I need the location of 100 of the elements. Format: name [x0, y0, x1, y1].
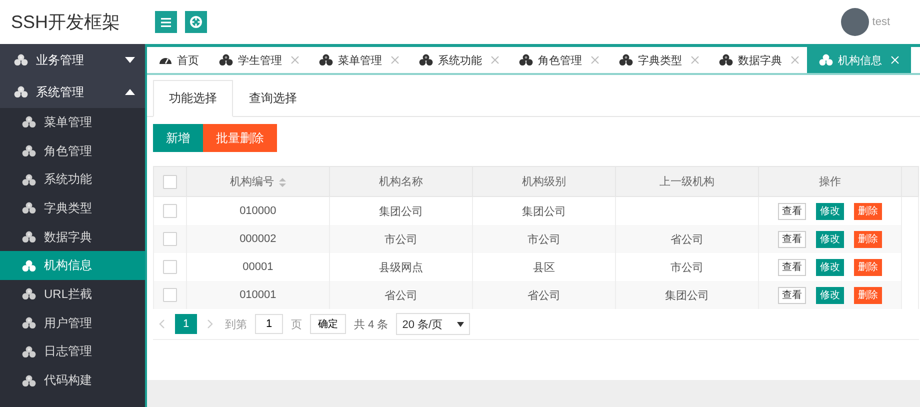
- chevron-right-icon: [207, 319, 213, 329]
- row-checkbox[interactable]: [162, 232, 177, 246]
- sidebar-item[interactable]: 日志管理: [0, 338, 145, 366]
- cluster-icon: [419, 54, 433, 66]
- column-header: 机构名称: [379, 176, 424, 188]
- page-input[interactable]: 1: [255, 314, 283, 334]
- cluster-icon: [22, 317, 36, 330]
- cluster-icon: [819, 54, 833, 66]
- cluster-icon: [519, 54, 533, 66]
- page-unit-label: 页: [291, 318, 302, 332]
- table-cell: 县区: [533, 262, 556, 274]
- column-header: 机构级别: [522, 176, 566, 188]
- cluster-icon: [14, 54, 28, 66]
- table-cell: 市公司: [528, 234, 561, 246]
- close-icon[interactable]: [691, 56, 699, 64]
- page-tab[interactable]: 角色管理: [507, 47, 607, 73]
- row-checkbox[interactable]: [162, 260, 177, 274]
- close-icon[interactable]: [491, 56, 499, 64]
- sidebar-item[interactable]: 系统功能: [0, 165, 145, 194]
- column-header: 上一级机构: [659, 176, 714, 188]
- sidebar-item[interactable]: 角色管理: [0, 136, 145, 166]
- sidebar-group[interactable]: 系统管理: [0, 76, 145, 108]
- page-tab[interactable]: 首页: [147, 47, 207, 73]
- caret-icon: [125, 57, 135, 63]
- table-cell: 010001: [240, 289, 276, 301]
- sidebar-item[interactable]: 菜单管理: [0, 108, 145, 137]
- table-cell: 010000: [240, 205, 276, 217]
- column-header[interactable]: 机构编号: [230, 176, 274, 188]
- cluster-icon: [22, 202, 36, 214]
- section-tab[interactable]: 功能选择: [153, 80, 233, 117]
- sort-icon: [278, 178, 286, 187]
- table-cell: 省公司: [528, 290, 561, 302]
- cluster-icon: [22, 260, 36, 272]
- sidebar-item[interactable]: 字典类型: [0, 194, 145, 223]
- total-count: 共 4 条: [354, 318, 388, 332]
- table-cell: 集团公司: [522, 206, 566, 218]
- table-cell: 市公司: [384, 234, 418, 246]
- cluster-icon: [22, 174, 36, 186]
- table-cell: 00001: [242, 261, 274, 273]
- cluster-icon: [719, 54, 733, 66]
- page-tab[interactable]: 系统功能: [407, 47, 507, 73]
- sidebar-item[interactable]: 代码构建: [0, 366, 145, 395]
- user-avatar[interactable]: [841, 8, 870, 36]
- sidebar-item[interactable]: 机构信息: [0, 251, 145, 280]
- table-cell: 省公司: [670, 234, 704, 246]
- table-cell: 000002: [240, 233, 276, 245]
- edit-button[interactable]: 修改: [816, 286, 844, 304]
- view-button[interactable]: 查看: [778, 286, 806, 304]
- cluster-icon: [14, 86, 28, 98]
- table-cell: 省公司: [384, 290, 418, 302]
- lifebuoy-icon: [190, 16, 202, 28]
- view-button[interactable]: 查看: [778, 202, 806, 220]
- close-icon[interactable]: [791, 56, 799, 64]
- page-tab[interactable]: 数据字典: [707, 47, 807, 73]
- menu-icon: [161, 18, 171, 26]
- table-cell: 县级网点: [379, 262, 424, 274]
- view-button[interactable]: 查看: [778, 258, 806, 276]
- table-cell: 市公司: [670, 262, 704, 274]
- view-button[interactable]: 查看: [778, 230, 806, 248]
- caret-icon: [125, 89, 135, 95]
- sidebar-item[interactable]: 数据字典: [0, 222, 145, 252]
- lifebuoy-button[interactable]: [185, 11, 207, 33]
- cluster-icon: [319, 54, 333, 66]
- cluster-icon: [22, 346, 36, 358]
- column-header: 操作: [819, 176, 842, 188]
- cluster-icon: [22, 374, 36, 387]
- cluster-icon: [619, 54, 633, 66]
- edit-button[interactable]: 修改: [816, 230, 844, 248]
- table-cell: 集团公司: [664, 290, 709, 302]
- sidebar-item[interactable]: URL拦截: [0, 280, 145, 309]
- page-number[interactable]: 1: [175, 314, 197, 334]
- app-logo: SSH开发框架: [11, 11, 122, 34]
- page-tab[interactable]: 字典类型: [607, 47, 707, 73]
- table-cell: 集团公司: [379, 206, 424, 218]
- sidebar-group[interactable]: 业务管理: [0, 44, 145, 76]
- sidebar-item[interactable]: 用户管理: [0, 308, 145, 338]
- cluster-icon: [22, 116, 36, 128]
- caret-icon: [456, 322, 464, 326]
- page-size-select[interactable]: 20 条/页: [396, 313, 470, 335]
- close-icon[interactable]: [391, 56, 399, 64]
- page-tab[interactable]: 菜单管理: [307, 47, 407, 73]
- menu-button[interactable]: [155, 11, 177, 33]
- close-icon[interactable]: [291, 56, 299, 64]
- chevron-left-icon: [159, 319, 165, 329]
- goto-label: 到第: [225, 318, 247, 332]
- cluster-icon: [219, 54, 233, 66]
- row-checkbox[interactable]: [162, 204, 177, 218]
- section-tab[interactable]: 查询选择: [233, 80, 313, 117]
- add-button[interactable]: 新增: [153, 124, 203, 152]
- row-checkbox[interactable]: [162, 288, 177, 302]
- cluster-icon: [22, 145, 36, 158]
- edit-button[interactable]: 修改: [816, 202, 844, 220]
- confirm-button[interactable]: 确定: [310, 314, 346, 334]
- close-icon[interactable]: [591, 56, 599, 64]
- cluster-icon: [22, 231, 36, 244]
- gauge-icon: [159, 55, 172, 65]
- select-all-checkbox[interactable]: [162, 174, 177, 188]
- page-tab[interactable]: 学生管理: [207, 47, 307, 73]
- edit-button[interactable]: 修改: [816, 258, 844, 276]
- cluster-icon: [22, 288, 36, 300]
